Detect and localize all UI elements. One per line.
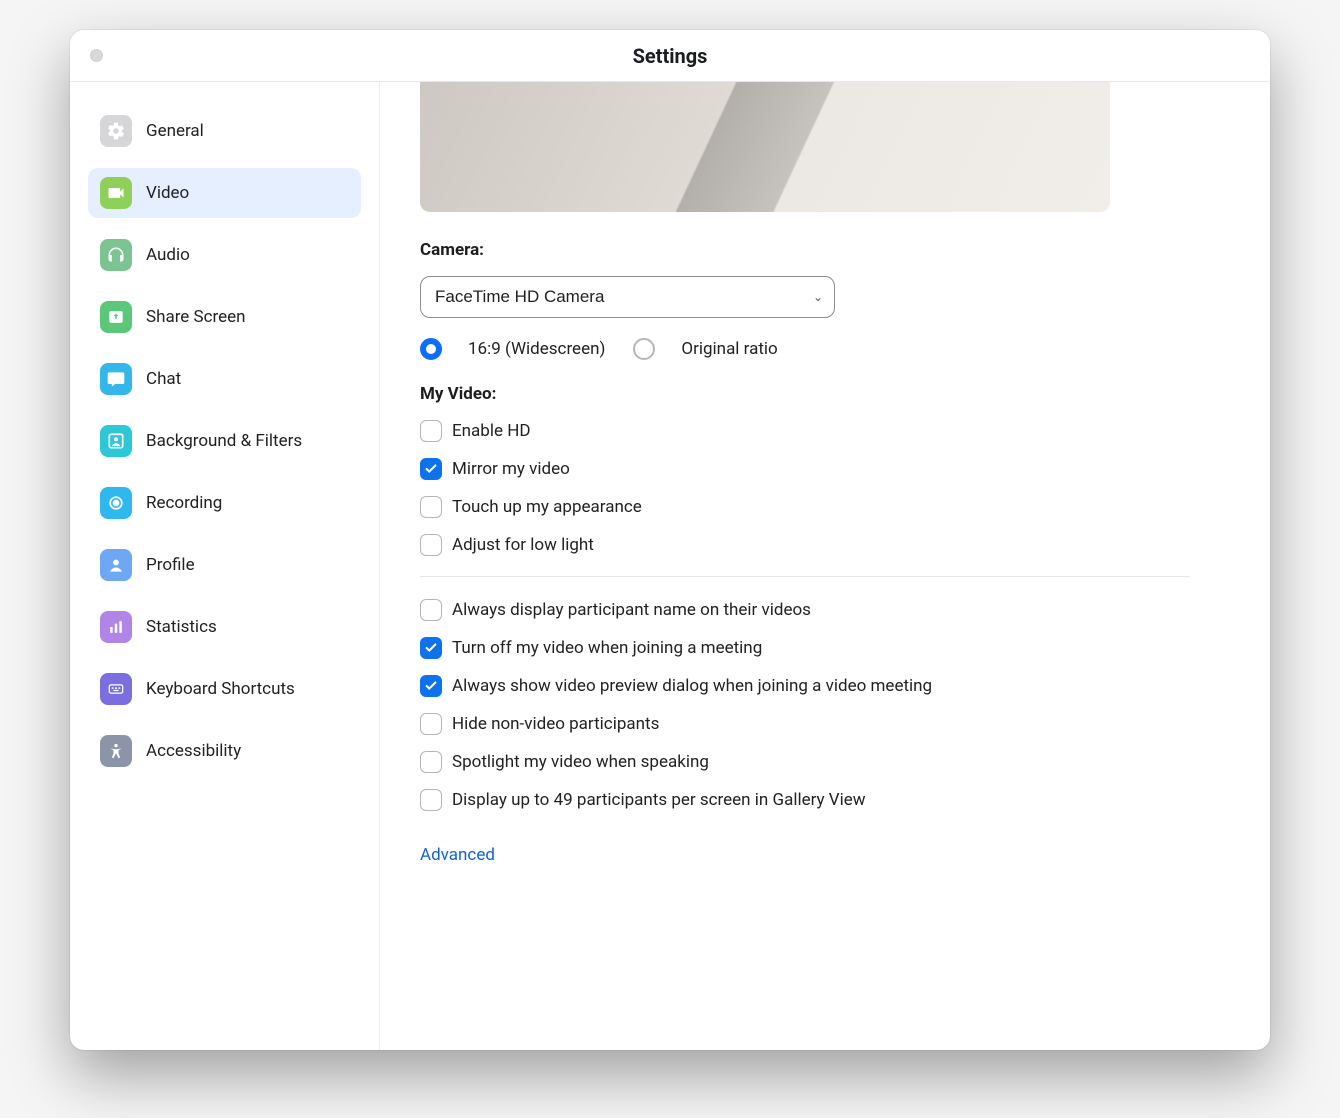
sidebar-item-share-screen[interactable]: Share Screen: [88, 292, 361, 342]
user-icon: [100, 549, 132, 581]
checkbox-mirror-video[interactable]: Mirror my video: [420, 458, 1230, 480]
checkbox-label: Always display participant name on their…: [452, 600, 811, 620]
checkbox-icon: [420, 420, 442, 442]
checkbox-hide-non-video[interactable]: Hide non-video participants: [420, 713, 1230, 735]
sidebar-item-recording[interactable]: Recording: [88, 478, 361, 528]
checkbox-show-preview-dialog[interactable]: Always show video preview dialog when jo…: [420, 675, 1230, 697]
window-title: Settings: [70, 44, 1270, 68]
checkbox-icon: [420, 458, 442, 480]
window-control-dot[interactable]: [90, 49, 103, 62]
sidebar-item-keyboard-shortcuts[interactable]: Keyboard Shortcuts: [88, 664, 361, 714]
checkbox-label: Adjust for low light: [452, 535, 594, 555]
checkbox-adjust-low-light[interactable]: Adjust for low light: [420, 534, 1230, 556]
settings-window: Settings General Video Audio: [70, 30, 1270, 1050]
checkbox-icon: [420, 599, 442, 621]
checkbox-label: Turn off my video when joining a meeting: [452, 638, 762, 658]
sidebar-item-label: General: [146, 121, 204, 141]
sidebar-item-background-filters[interactable]: Background & Filters: [88, 416, 361, 466]
radio-icon: [420, 338, 442, 360]
checkbox-display-participant-name[interactable]: Always display participant name on their…: [420, 599, 1230, 621]
sidebar-item-label: Keyboard Shortcuts: [146, 679, 295, 699]
chat-bubble-icon: [100, 363, 132, 395]
checkbox-icon: [420, 637, 442, 659]
sidebar-item-label: Share Screen: [146, 307, 246, 327]
aspect-ratio-radio-widescreen[interactable]: 16:9 (Widescreen): [420, 338, 605, 360]
bar-chart-icon: [100, 611, 132, 643]
sidebar-item-label: Accessibility: [146, 741, 241, 761]
sidebar-item-label: Video: [146, 183, 189, 203]
sidebar-item-label: Recording: [146, 493, 222, 513]
checkbox-icon: [420, 789, 442, 811]
checkbox-label: Enable HD: [452, 421, 531, 441]
camera-select[interactable]: FaceTime HD Camera: [420, 276, 835, 318]
checkbox-label: Always show video preview dialog when jo…: [452, 676, 932, 696]
sidebar-item-general[interactable]: General: [88, 106, 361, 156]
camera-preview: [420, 82, 1110, 212]
checkbox-icon: [420, 496, 442, 518]
main-panel: Camera: FaceTime HD Camera ⌄ 16:9 (Wides…: [380, 82, 1270, 1050]
camera-section-label: Camera:: [420, 240, 1230, 260]
radio-label: Original ratio: [681, 339, 777, 359]
camera-select-wrap: FaceTime HD Camera ⌄: [420, 276, 835, 318]
person-frame-icon: [100, 425, 132, 457]
checkbox-label: Touch up my appearance: [452, 497, 642, 517]
checkbox-icon: [420, 713, 442, 735]
sidebar-item-label: Background & Filters: [146, 431, 302, 451]
sidebar-item-statistics[interactable]: Statistics: [88, 602, 361, 652]
checkbox-49-participants[interactable]: Display up to 49 participants per screen…: [420, 789, 1230, 811]
video-camera-icon: [100, 177, 132, 209]
my-video-section-label: My Video:: [420, 384, 1230, 404]
advanced-link[interactable]: Advanced: [420, 845, 495, 865]
radio-icon: [633, 338, 655, 360]
record-target-icon: [100, 487, 132, 519]
sidebar-item-video[interactable]: Video: [88, 168, 361, 218]
accessibility-icon: [100, 735, 132, 767]
sidebar-item-label: Audio: [146, 245, 190, 265]
sidebar-item-profile[interactable]: Profile: [88, 540, 361, 590]
aspect-ratio-radio-original[interactable]: Original ratio: [633, 338, 777, 360]
checkbox-label: Mirror my video: [452, 459, 570, 479]
checkbox-label: Display up to 49 participants per screen…: [452, 790, 866, 810]
sidebar-item-chat[interactable]: Chat: [88, 354, 361, 404]
keyboard-icon: [100, 673, 132, 705]
sidebar-item-accessibility[interactable]: Accessibility: [88, 726, 361, 776]
radio-label: 16:9 (Widescreen): [468, 339, 605, 359]
checkbox-label: Hide non-video participants: [452, 714, 659, 734]
share-screen-icon: [100, 301, 132, 333]
sidebar-item-label: Chat: [146, 369, 181, 389]
checkbox-spotlight-speaking[interactable]: Spotlight my video when speaking: [420, 751, 1230, 773]
checkbox-icon: [420, 751, 442, 773]
gear-icon: [100, 115, 132, 147]
divider: [420, 576, 1190, 577]
sidebar-item-audio[interactable]: Audio: [88, 230, 361, 280]
checkbox-label: Spotlight my video when speaking: [452, 752, 709, 772]
sidebar-item-label: Statistics: [146, 617, 217, 637]
checkbox-touch-up-appearance[interactable]: Touch up my appearance: [420, 496, 1230, 518]
window-body: General Video Audio Share Screen: [70, 82, 1270, 1050]
checkbox-enable-hd[interactable]: Enable HD: [420, 420, 1230, 442]
checkbox-icon: [420, 534, 442, 556]
headphones-icon: [100, 239, 132, 271]
sidebar-item-label: Profile: [146, 555, 195, 575]
titlebar: Settings: [70, 30, 1270, 82]
checkbox-turn-off-video-joining[interactable]: Turn off my video when joining a meeting: [420, 637, 1230, 659]
checkbox-icon: [420, 675, 442, 697]
sidebar: General Video Audio Share Screen: [70, 82, 380, 1050]
